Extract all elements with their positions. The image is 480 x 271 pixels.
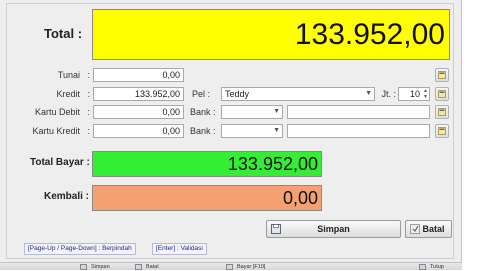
background-strip [462, 0, 480, 270]
kartu-debit-colon: : [87, 107, 90, 117]
chevron-down-icon[interactable]: ▼ [365, 88, 372, 100]
jatuh-tempo-value: 10 [409, 89, 420, 99]
bank-kredit-account-input[interactable] [287, 124, 430, 138]
kartu-debit-label: Kartu Debit [34, 107, 80, 117]
kembali-value: 0,00 [92, 185, 322, 211]
total-bayar-value: 133.952,00 [92, 151, 322, 177]
cancel-icon [410, 224, 420, 234]
close-icon[interactable] [419, 264, 426, 270]
pel-label: Pel : [192, 89, 211, 99]
kredit-colon: : [87, 89, 90, 99]
bank-debit-label: Bank : [190, 107, 216, 117]
calculator-icon[interactable] [435, 105, 449, 119]
total-bayar-label: Total Bayar : [30, 157, 90, 168]
pelanggan-combo[interactable]: Teddy ▼ [221, 87, 375, 101]
pelanggan-value: Teddy [225, 89, 250, 99]
bank-kredit-combo[interactable]: ▼ [221, 124, 283, 138]
simpan-label: Simpan [317, 224, 350, 234]
tunai-input[interactable]: 0,00 [93, 68, 184, 82]
save-icon [271, 224, 281, 234]
total-label: Total : [44, 26, 83, 41]
kembali-label: Kembali : [44, 191, 90, 202]
batal-button[interactable]: Batal [405, 220, 452, 238]
jatuh-tempo-stepper[interactable]: 10 ▲ ▼ [398, 87, 430, 101]
kartu-kredit-label: Kartu Kredit [32, 126, 80, 136]
save-icon[interactable] [80, 264, 87, 270]
jt-label: Jt. : [381, 89, 396, 99]
calculator-icon[interactable] [435, 87, 449, 101]
kredit-input[interactable]: 133.952,00 [93, 87, 184, 101]
bank-debit-account-input[interactable] [287, 105, 430, 119]
bank-debit-combo[interactable]: ▼ [221, 105, 283, 119]
kartu-kredit-input[interactable]: 0,00 [93, 124, 184, 138]
simpan-button[interactable]: Simpan [266, 220, 401, 238]
validate-hint: [Enter] : Validasi [152, 243, 207, 255]
stepper-arrows-icon[interactable]: ▲ ▼ [423, 88, 428, 100]
payment-window: Total : 133.952,00 Tunai : 0,00 Kredit :… [0, 0, 462, 270]
bottom-toolbar: Simpan Batal Bayar [F10] Tutup [0, 262, 462, 270]
tunai-colon: : [87, 70, 90, 80]
cancel-icon[interactable] [135, 264, 142, 270]
pay-icon[interactable] [226, 264, 233, 270]
calculator-icon[interactable] [435, 124, 449, 138]
kartu-kredit-colon: : [87, 126, 90, 136]
navigate-hint: [Page-Up / Page-Down] : Berpindah [24, 243, 136, 255]
total-value: 133.952,00 [92, 9, 450, 60]
chevron-down-icon[interactable]: ▼ [273, 125, 280, 137]
tunai-label: Tunai [57, 70, 80, 80]
kartu-debit-input[interactable]: 0,00 [93, 105, 184, 119]
chevron-down-icon[interactable]: ▼ [273, 106, 280, 118]
bank-kredit-label: Bank : [190, 126, 216, 136]
kredit-label: Kredit [56, 89, 80, 99]
calculator-icon[interactable] [435, 68, 449, 82]
